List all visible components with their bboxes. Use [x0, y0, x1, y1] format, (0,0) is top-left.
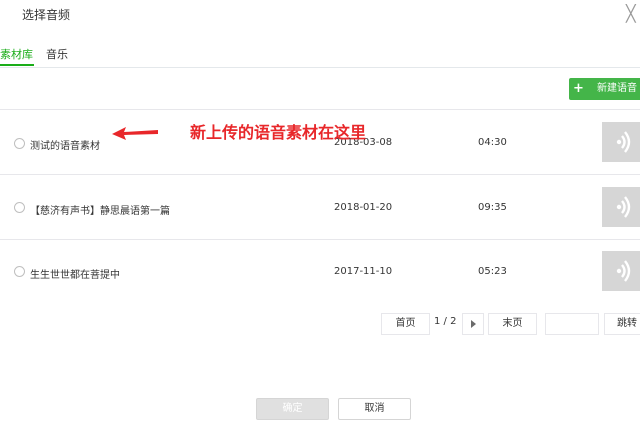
cancel-button[interactable]: 取消	[338, 398, 411, 420]
voice-name: 【慈济有声书】静思晨语第一篇	[30, 206, 170, 217]
plus-icon: +	[573, 81, 584, 96]
radio-button[interactable]	[14, 202, 25, 213]
next-page-button[interactable]	[462, 313, 484, 335]
voice-play-icon[interactable]	[602, 187, 640, 227]
chevron-right-icon	[471, 320, 476, 328]
voice-duration: 05:23	[478, 266, 507, 277]
active-tab-indicator	[0, 64, 34, 66]
voice-play-icon[interactable]	[602, 122, 640, 162]
voice-date: 2018-01-20	[334, 202, 393, 213]
list-item[interactable]: 生生世世都在菩提中 2017-11-10 05:23	[0, 240, 640, 304]
page-jump-input[interactable]	[545, 313, 599, 335]
divider	[0, 67, 640, 68]
tab-music[interactable]: 音乐	[46, 46, 68, 62]
new-voice-button[interactable]: + 新建语音	[569, 78, 640, 100]
tab-material-library[interactable]: 素材库	[0, 46, 33, 62]
first-page-button[interactable]: 首页	[381, 313, 430, 335]
voice-duration: 04:30	[478, 137, 507, 148]
voice-date: 2017-11-10	[334, 266, 393, 277]
radio-button[interactable]	[14, 266, 25, 277]
list-item[interactable]: 【慈济有声书】静思晨语第一篇 2018-01-20 09:35	[0, 175, 640, 239]
annotation-arrow-icon	[112, 127, 158, 140]
radio-button[interactable]	[14, 138, 25, 149]
dialog-title: 选择音频	[22, 8, 71, 22]
confirm-button[interactable]: 确定	[256, 398, 329, 420]
close-icon[interactable]: ╳	[626, 4, 636, 23]
voice-play-icon[interactable]	[602, 251, 640, 291]
jump-button[interactable]: 跳转	[604, 313, 640, 335]
voice-name: 生生世世都在菩提中	[30, 270, 120, 281]
page-indicator: 1 / 2	[434, 316, 457, 327]
annotation-text: 新上传的语音素材在这里	[190, 123, 367, 142]
last-page-button[interactable]: 末页	[488, 313, 537, 335]
voice-duration: 09:35	[478, 202, 507, 213]
voice-name: 测试的语音素材	[30, 141, 100, 152]
new-voice-label: 新建语音	[597, 83, 637, 94]
